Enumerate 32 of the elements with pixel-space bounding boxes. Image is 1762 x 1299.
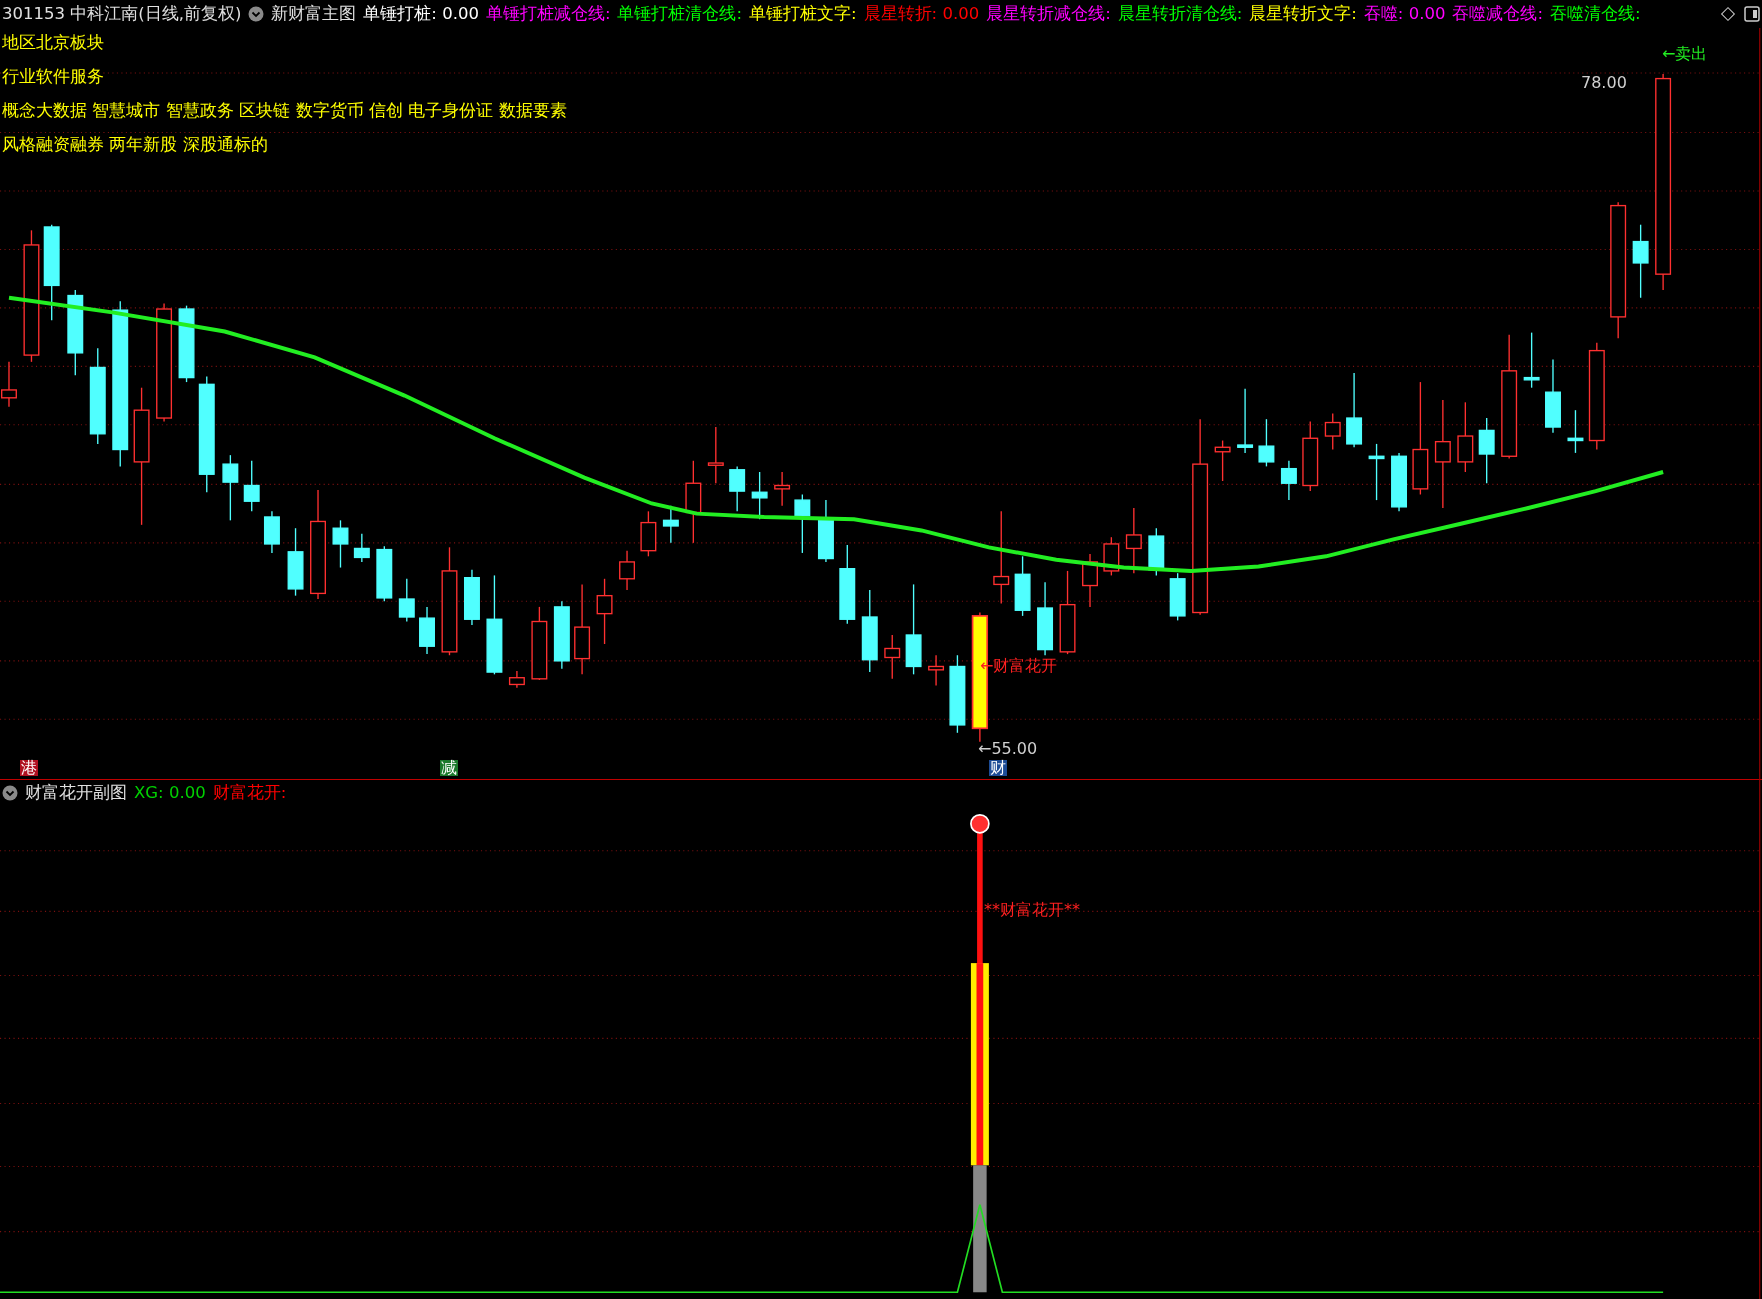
indicator-value: 晨星转折文字: <box>1249 5 1357 23</box>
indicator-value: 晨星转折减仓线: <box>986 5 1111 23</box>
indicator-value: XG: 0.00 <box>134 784 206 802</box>
info-line: 风格融资融券 两年新股 深股通标的 <box>2 136 268 153</box>
info-line: 地区北京板块 <box>2 34 104 51</box>
stock-title: 301153 中科江南(日线,前复权) <box>2 5 242 23</box>
indicator-value: 吞噬: 0.00 <box>1363 5 1446 23</box>
marker-tag: 港 <box>20 760 38 776</box>
dropdown-icon[interactable] <box>2 785 18 801</box>
window-icon[interactable] <box>1744 6 1760 22</box>
marker-tag: 减 <box>440 760 458 776</box>
indicator-name: 新财富主图 <box>271 5 357 23</box>
signal-ball-icon <box>970 813 990 834</box>
signal-label: ←财富花开 <box>980 658 1058 674</box>
sell-signal-label: ←卖出 <box>1662 46 1708 62</box>
indicator-value: 单锤打桩减仓线: <box>485 5 611 23</box>
high-price-label: 78.00 <box>1581 75 1627 91</box>
indicator-value: 财富花开: <box>212 784 287 802</box>
low-price-label: ←55.00 <box>978 741 1038 757</box>
dropdown-icon[interactable] <box>248 6 265 22</box>
indicator-value: 晨星转折清仓线: <box>1117 5 1243 23</box>
indicator-value: 单锤打桩清仓线: <box>617 5 743 23</box>
indicator-value: 晨星转折: 0.00 <box>863 5 980 23</box>
indicator-value: 吞噬清仓线: <box>1549 5 1641 23</box>
marker-tag: 财 <box>989 760 1007 776</box>
indicator-value: 单锤打桩: 0.00 <box>363 5 479 23</box>
indicator-value: 单锤打桩文字: <box>749 5 857 23</box>
indicator-name: 财富花开副图 <box>25 784 127 802</box>
info-line: 概念大数据 智慧城市 智慧政务 区块链 数字货币 信创 电子身份证 数据要素 <box>2 102 567 119</box>
signal-label: **财富花开** <box>984 902 1080 918</box>
indicator-value: 吞噬减仓线: <box>1452 5 1543 23</box>
info-line: 行业软件服务 <box>2 68 104 85</box>
